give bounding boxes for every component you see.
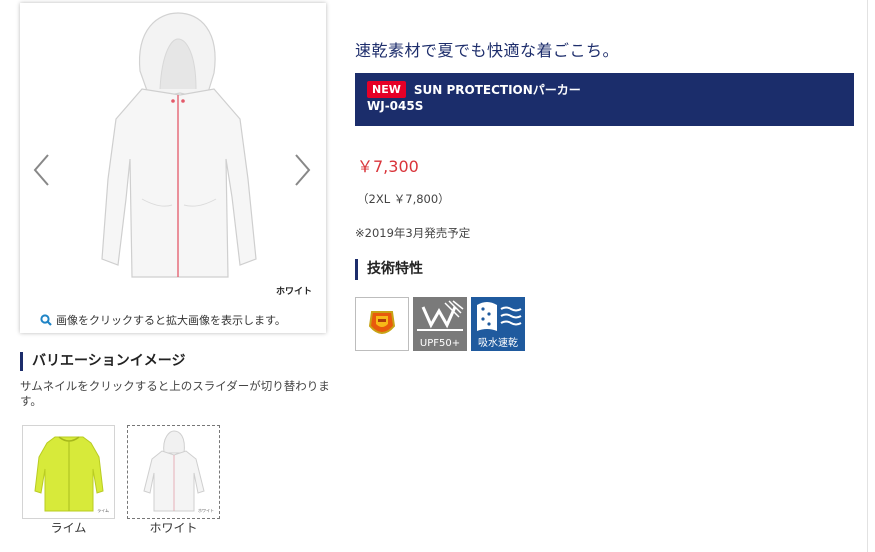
product-main-image[interactable] (80, 9, 270, 291)
product-name: SUN PROTECTIONパーカー (413, 83, 581, 97)
quick-dry-caption: 吸水速乾 (478, 338, 518, 349)
next-arrow-icon[interactable] (294, 153, 312, 187)
white-jacket-image (143, 430, 205, 512)
thumbnail-label-lime: ライム (50, 521, 87, 535)
thumbnail-white-tag: ホワイト (198, 508, 214, 513)
tech-icon-quick-dry[interactable]: 吸水速乾 (471, 297, 525, 351)
thumbnail-white[interactable]: ホワイト (127, 425, 220, 519)
page-right-border (867, 0, 868, 552)
thumbnail-lime-tag: ライム (97, 508, 109, 513)
variation-description: サムネイルをクリックすると上のスライダーが切り替わります。 (20, 379, 330, 408)
zoom-hint-text: 画像をクリックすると拡大画像を表示します。 (56, 314, 286, 327)
upf-icon (417, 300, 464, 331)
thumbnail-label-white: ホワイト (149, 521, 198, 535)
quick-dry-icon (477, 302, 522, 331)
release-note: ※2019年3月発売予定 (355, 226, 471, 240)
new-badge: NEW (367, 81, 406, 98)
product-tagline: 速乾素材で夏でも快適な着ごこち。 (355, 41, 620, 60)
price-2xl: （2XL ￥7,800） (357, 192, 450, 206)
thumbnail-lime[interactable]: ライム (22, 425, 115, 519)
product-name-bar: NEW SUN PROTECTIONパーカー WJ-045S (355, 73, 854, 126)
tech-icon-upf[interactable]: UPF50+ (413, 297, 467, 351)
product-image-slider[interactable]: ホワイト 画像をクリックすると拡大画像を表示します。 (20, 3, 326, 333)
lime-jacket-image (34, 436, 104, 512)
image-color-caption: ホワイト (275, 287, 312, 297)
magnifier-icon (40, 314, 52, 326)
tech-heading: 技術特性 (355, 259, 423, 280)
zoom-hint: 画像をクリックすると拡大画像を表示します。 (40, 312, 286, 328)
product-code: WJ-045S (367, 99, 424, 113)
prev-arrow-icon[interactable] (32, 153, 50, 187)
product-price: ￥7,300 (357, 157, 419, 176)
shield-emblem-icon (368, 311, 396, 334)
tech-icon-emblem[interactable] (355, 297, 409, 351)
variation-heading: バリエーションイメージ (20, 352, 185, 371)
upf-caption: UPF50+ (419, 338, 461, 349)
